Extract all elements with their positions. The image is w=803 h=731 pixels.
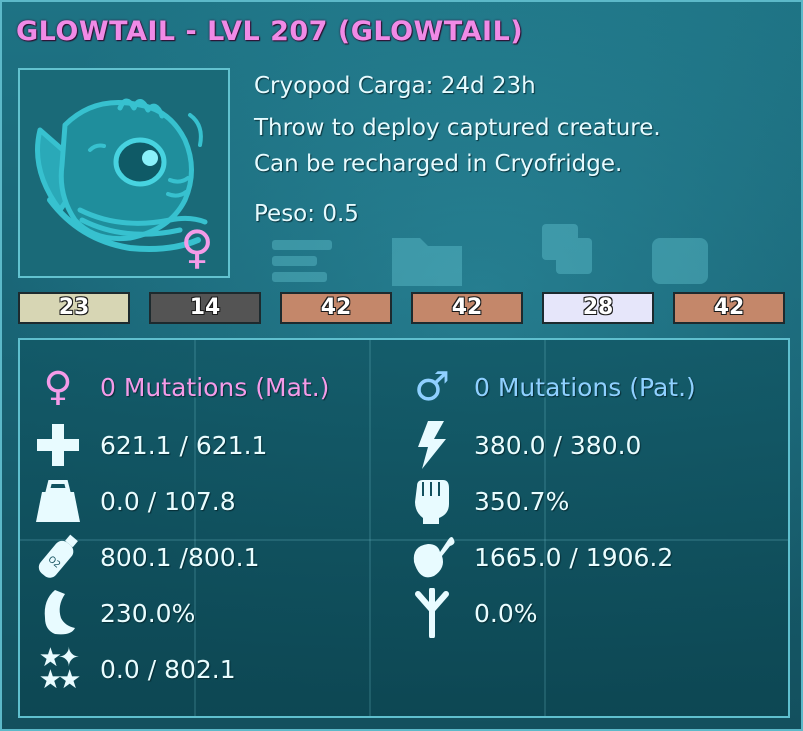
stamina-value: 380.0 / 380.0	[474, 430, 642, 460]
torpor-row: ★✦ ★★ 0.0 / 802.1	[32, 644, 236, 694]
maternal-mutations-value: 0 Mutations (Mat.)	[100, 372, 330, 402]
torpor-value: 0.0 / 802.1	[100, 654, 236, 684]
stars-torpor-icon: ★✦ ★★	[38, 643, 82, 695]
female-symbol-icon: ♀	[180, 220, 214, 274]
color-region-5: 42	[673, 292, 785, 324]
weight-icon	[32, 476, 84, 526]
oxygen-tank-icon: O2	[32, 532, 84, 582]
foot-speed-icon	[32, 588, 84, 638]
color-region-1: 14	[149, 292, 261, 324]
color-region-0: 23	[18, 292, 130, 324]
item-description-line1: Throw to deploy captured creature.	[254, 115, 661, 141]
creature-tooltip: GLOWTAIL - LVL 207 (GLOWTAIL) ♀ Cryopod …	[0, 0, 803, 731]
health-row: 621.1 / 621.1	[32, 420, 267, 470]
item-description-line2: Can be recharged in Cryofridge.	[254, 151, 623, 177]
food-value: 1665.0 / 1906.2	[474, 542, 674, 572]
creature-portrait: ♀	[18, 68, 230, 278]
food-row: 1665.0 / 1906.2	[406, 532, 673, 582]
male-symbol-icon: ♂	[414, 364, 450, 410]
melee-value: 350.7%	[474, 486, 570, 516]
lightning-stamina-icon	[406, 420, 458, 470]
item-info: Cryopod Carga: 24d 23h Throw to deploy c…	[254, 68, 784, 232]
health-value: 621.1 / 621.1	[100, 430, 268, 460]
speed-value: 230.0%	[100, 598, 196, 628]
color-regions: 23 14 42 42 28 42	[18, 292, 788, 328]
paternal-mutations-value: 0 Mutations (Pat.)	[474, 372, 696, 402]
color-region-2: 42	[280, 292, 392, 324]
footprint-icon	[406, 588, 458, 638]
weight-value: 0.0 / 107.8	[100, 486, 236, 516]
stats-panel: ♀ 0 Mutations (Mat.) 621.1 / 621.1 0.0 /…	[18, 338, 790, 718]
oxygen-value: 800.1 /800.1	[100, 542, 260, 572]
paternal-mutations-row: ♂ 0 Mutations (Pat.)	[406, 362, 696, 412]
item-name: Cryopod Carga: 24d 23h	[254, 73, 536, 99]
creature-title: GLOWTAIL - LVL 207 (GLOWTAIL)	[16, 16, 524, 47]
stamina-row: 380.0 / 380.0	[406, 420, 641, 470]
meat-food-icon	[406, 532, 458, 582]
female-symbol-icon: ♀	[43, 364, 73, 410]
fist-melee-icon	[406, 476, 458, 526]
color-region-3: 42	[411, 292, 523, 324]
crafting-value: 0.0%	[474, 598, 538, 628]
health-cross-icon	[32, 420, 84, 470]
crafting-row: 0.0%	[406, 588, 538, 638]
maternal-mutations-row: ♀ 0 Mutations (Mat.)	[32, 362, 329, 412]
weight-row: 0.0 / 107.8	[32, 476, 236, 526]
background-inventory-icons	[272, 224, 708, 286]
speed-row: 230.0%	[32, 588, 195, 638]
color-region-4: 28	[542, 292, 654, 324]
oxygen-row: O2 800.1 /800.1	[32, 532, 260, 582]
melee-row: 350.7%	[406, 476, 569, 526]
